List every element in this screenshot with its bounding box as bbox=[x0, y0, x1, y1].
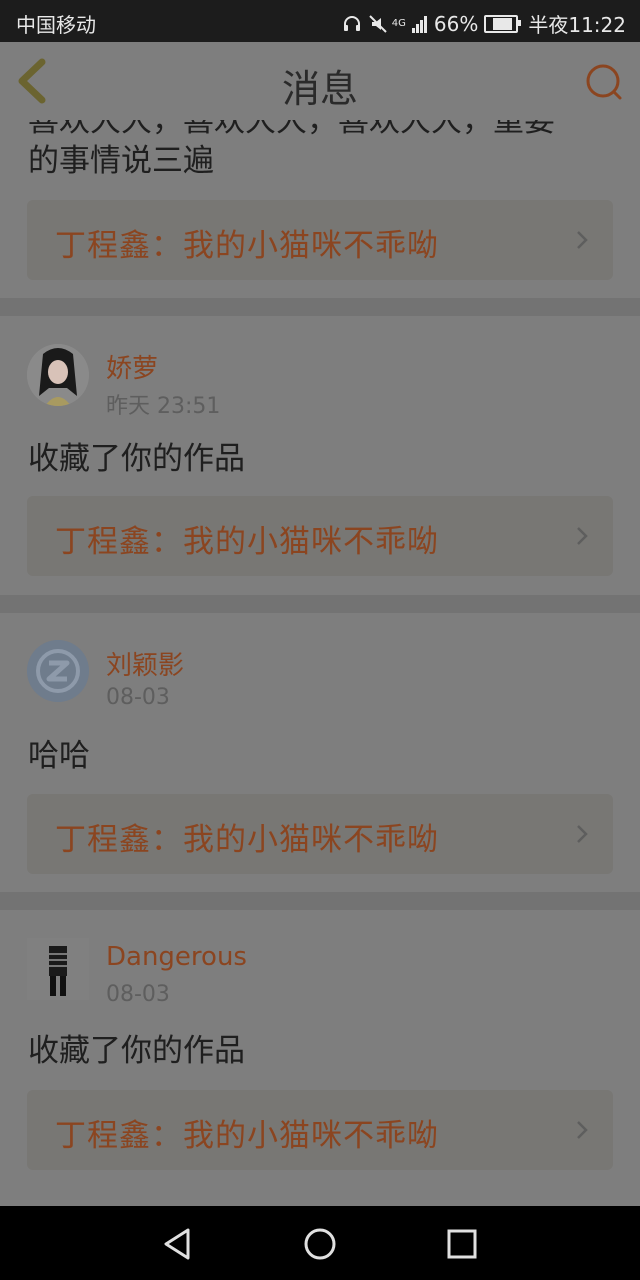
user-name[interactable]: Dangerous bbox=[106, 942, 247, 972]
chevron-right-icon bbox=[577, 825, 588, 843]
carrier-label: 中国移动 bbox=[16, 13, 96, 37]
chevron-right-icon bbox=[577, 231, 588, 249]
battery-icon bbox=[484, 14, 522, 33]
system-nav-bar bbox=[0, 1206, 640, 1280]
list-item: 刘颖影 08-03 哈哈 丁程鑫：我的小猫咪不乖呦 bbox=[0, 613, 640, 892]
user-avatar-image bbox=[27, 938, 89, 1000]
app-header: 消息 bbox=[0, 42, 640, 121]
comment-text: 收藏了你的作品 bbox=[28, 441, 245, 477]
headphones-icon bbox=[343, 15, 360, 31]
work-reference[interactable]: 丁程鑫：我的小猫咪不乖呦 bbox=[27, 200, 613, 280]
timestamp: 08-03 bbox=[106, 685, 170, 710]
work-reference[interactable]: 丁程鑫：我的小猫咪不乖呦 bbox=[27, 496, 613, 576]
list-item: Dangerous 08-03 收藏了你的作品 丁程鑫：我的小猫咪不乖呦 bbox=[0, 910, 640, 1206]
divider bbox=[0, 595, 640, 613]
timestamp: 昨天 23:51 bbox=[106, 394, 221, 419]
comment-text: 的事情说三遍 bbox=[28, 143, 214, 179]
clock: 半夜11:22 bbox=[528, 13, 626, 37]
mute-icon bbox=[369, 14, 387, 33]
user-name[interactable]: 娇萝 bbox=[106, 348, 158, 385]
list-item: 喜欢大大，喜欢大大，喜欢大大，重要 的事情说三遍 丁程鑫：我的小猫咪不乖呦 bbox=[0, 120, 640, 298]
work-reference[interactable]: 丁程鑫：我的小猫咪不乖呦 bbox=[27, 1090, 613, 1170]
recents-square-icon[interactable] bbox=[444, 1226, 480, 1262]
work-reference-label: 丁程鑫：我的小猫咪不乖呦 bbox=[55, 1118, 439, 1154]
default-avatar-icon bbox=[27, 640, 89, 702]
work-reference[interactable]: 丁程鑫：我的小猫咪不乖呦 bbox=[27, 794, 613, 874]
list-item: 娇萝 昨天 23:51 收藏了你的作品 丁程鑫：我的小猫咪不乖呦 bbox=[0, 316, 640, 595]
message-list[interactable]: 喜欢大大，喜欢大大，喜欢大大，重要 的事情说三遍 丁程鑫：我的小猫咪不乖呦 娇萝… bbox=[0, 120, 640, 1206]
user-avatar-image bbox=[27, 344, 89, 406]
signal-icon bbox=[411, 15, 428, 33]
back-triangle-icon[interactable] bbox=[160, 1226, 196, 1262]
divider bbox=[0, 892, 640, 910]
chevron-right-icon bbox=[577, 527, 588, 545]
comment-text-partial: 喜欢大大，喜欢大大，喜欢大大，重要 bbox=[28, 120, 555, 139]
timestamp: 08-03 bbox=[106, 982, 170, 1007]
avatar[interactable] bbox=[27, 640, 89, 702]
work-reference-label: 丁程鑫：我的小猫咪不乖呦 bbox=[55, 822, 439, 858]
status-bar: 中国移动 4G 66% 半夜11:22 bbox=[0, 0, 640, 42]
avatar[interactable] bbox=[27, 344, 89, 406]
comment-text: 收藏了你的作品 bbox=[28, 1033, 245, 1069]
chevron-right-icon bbox=[577, 1121, 588, 1139]
comment-text: 哈哈 bbox=[28, 738, 90, 774]
user-name[interactable]: 刘颖影 bbox=[106, 645, 184, 682]
page-title: 消息 bbox=[281, 67, 358, 111]
search-icon[interactable] bbox=[584, 62, 624, 102]
work-reference-label: 丁程鑫：我的小猫咪不乖呦 bbox=[55, 524, 439, 560]
work-reference-label: 丁程鑫：我的小猫咪不乖呦 bbox=[55, 228, 439, 264]
network-type: 4G bbox=[391, 18, 406, 29]
divider bbox=[0, 298, 640, 316]
home-circle-icon[interactable] bbox=[302, 1226, 338, 1262]
battery-percent: 66% bbox=[433, 11, 479, 36]
status-icons: 4G 66% 半夜11:22 bbox=[342, 9, 626, 38]
avatar[interactable] bbox=[27, 938, 89, 1000]
